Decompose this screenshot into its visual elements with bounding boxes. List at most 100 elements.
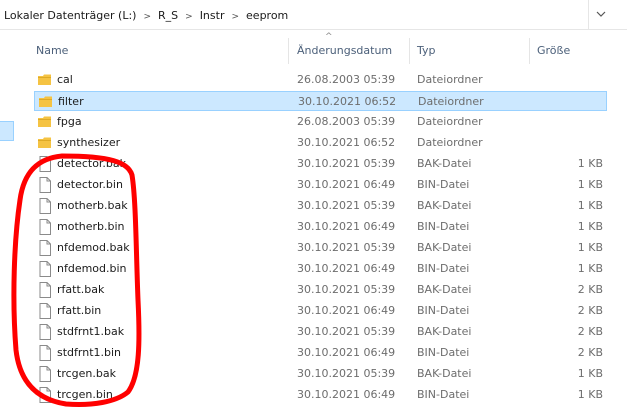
file-type: BIN-Datei xyxy=(417,346,470,359)
address-bar[interactable]: Lokaler Datenträger (L:) > R_S > Instr > eepro… xyxy=(0,0,627,30)
list-item[interactable]: stdfrnt1.bin 30.10.2021 06:49 BIN-Datei 2 K… xyxy=(34,343,607,363)
file-type: BAK-Datei xyxy=(417,199,472,212)
file-date: 30.10.2021 06:52 xyxy=(297,136,396,149)
list-item[interactable]: detector.bin 30.10.2021 06:49 BIN-Datei 1 K… xyxy=(34,175,607,195)
file-name: stdfrnt1.bin xyxy=(57,346,122,359)
sort-arrow-icon: ^ xyxy=(325,32,333,42)
column-divider[interactable] xyxy=(529,38,530,64)
column-divider[interactable] xyxy=(288,38,289,64)
file-icon xyxy=(38,219,52,235)
file-size: 1 KB xyxy=(577,262,603,275)
file-icon xyxy=(38,345,52,361)
file-date: 30.10.2021 06:52 xyxy=(298,95,397,108)
list-item[interactable]: nfdemod.bin 30.10.2021 06:49 BIN-Datei 1 KB xyxy=(34,259,607,279)
list-item[interactable]: rfatt.bin 30.10.2021 06:49 BIN-Datei 2 KB xyxy=(34,301,607,321)
file-icon xyxy=(38,324,52,340)
file-type: BIN-Datei xyxy=(417,388,470,401)
file-name: trcgen.bak xyxy=(57,367,116,380)
file-size: 1 KB xyxy=(577,199,603,212)
column-header-row: ^ Name Änderungsdatum Typ Größe xyxy=(20,32,627,70)
chevron-right-icon[interactable]: > xyxy=(231,12,239,22)
folder-icon xyxy=(38,114,52,130)
file-date: 26.08.2003 05:39 xyxy=(297,115,396,128)
chevron-down-icon[interactable] xyxy=(596,9,606,19)
file-date: 30.10.2021 05:39 xyxy=(297,325,396,338)
list-item[interactable]: fpga 26.08.2003 05:39 Dateiordner xyxy=(34,112,607,132)
list-item[interactable]: cal 26.08.2003 05:39 Dateiordner xyxy=(34,70,607,90)
list-item[interactable]: motherb.bin 30.10.2021 06:49 BIN-Datei 1 KB xyxy=(34,217,607,237)
chevron-right-icon[interactable]: > xyxy=(185,12,193,22)
folder-icon xyxy=(38,135,52,151)
file-name: filter xyxy=(58,95,84,108)
breadcrumb-eeprom[interactable]: eeprom xyxy=(246,9,288,22)
breadcrumb-instr[interactable]: Instr xyxy=(200,9,225,22)
file-icon xyxy=(38,198,52,214)
navigation-pane[interactable] xyxy=(0,30,20,420)
list-item[interactable]: detector.bak 30.10.2021 05:39 BAK-Datei 1 K… xyxy=(34,154,607,174)
file-type: Dateiordner xyxy=(417,73,483,86)
file-date: 30.10.2021 06:49 xyxy=(297,220,396,233)
file-icon xyxy=(38,261,52,277)
file-date: 30.10.2021 06:49 xyxy=(297,178,396,191)
file-date: 30.10.2021 06:49 xyxy=(297,304,396,317)
file-name: nfdemod.bin xyxy=(57,262,127,275)
column-header-type[interactable]: Typ xyxy=(417,44,436,57)
file-type: BIN-Datei xyxy=(417,178,470,191)
file-date: 30.10.2021 06:49 xyxy=(297,346,396,359)
list-item[interactable]: nfdemod.bak 30.10.2021 05:39 BAK-Datei 1 KB xyxy=(34,238,607,258)
column-header-date[interactable]: Änderungsdatum xyxy=(297,44,392,57)
file-name: synthesizer xyxy=(57,136,121,149)
address-divider xyxy=(588,0,589,30)
file-size: 1 KB xyxy=(577,157,603,170)
file-size: 1 KB xyxy=(577,220,603,233)
file-type: Dateiordner xyxy=(418,95,484,108)
vertical-scrollbar[interactable] xyxy=(612,30,627,420)
list-item[interactable]: trcgen.bak 30.10.2021 05:39 BAK-Datei 1 KB xyxy=(34,364,607,384)
file-icon xyxy=(38,282,52,298)
file-name: motherb.bin xyxy=(57,220,125,233)
file-icon xyxy=(38,387,52,403)
breadcrumb-r-s[interactable]: R_S xyxy=(158,9,178,22)
file-type: BAK-Datei xyxy=(417,325,472,338)
file-name: fpga xyxy=(57,115,82,128)
chevron-right-icon[interactable]: > xyxy=(143,12,151,22)
file-name: stdfrnt1.bak xyxy=(57,325,125,338)
file-size: 1 KB xyxy=(577,178,603,191)
list-item[interactable]: synthesizer 30.10.2021 06:52 Dateiordner xyxy=(34,133,607,153)
folder-icon xyxy=(38,72,52,88)
file-type: Dateiordner xyxy=(417,136,483,149)
column-header-size[interactable]: Größe xyxy=(537,44,570,57)
file-size: 2 KB xyxy=(577,325,603,338)
file-icon xyxy=(38,156,52,172)
file-icon xyxy=(38,240,52,256)
file-type: BAK-Datei xyxy=(417,283,472,296)
file-size: 2 KB xyxy=(577,283,603,296)
file-icon xyxy=(38,177,52,193)
list-item[interactable]: rfatt.bak 30.10.2021 05:39 BAK-Datei 2 KB xyxy=(34,280,607,300)
file-size: 2 KB xyxy=(577,304,603,317)
file-name: nfdemod.bak xyxy=(57,241,130,254)
file-size: 1 KB xyxy=(577,241,603,254)
file-date: 30.10.2021 06:49 xyxy=(297,388,396,401)
file-date: 30.10.2021 05:39 xyxy=(297,241,396,254)
breadcrumb: Lokaler Datenträger (L:) > R_S > Instr > eepro… xyxy=(4,9,288,22)
list-item[interactable]: trcgen.bin 30.10.2021 06:49 BIN-Datei 1 KB xyxy=(34,385,607,405)
file-name: trcgen.bin xyxy=(57,388,113,401)
list-item[interactable]: stdfrnt1.bak 30.10.2021 05:39 BAK-Datei 2 K… xyxy=(34,322,607,342)
list-item[interactable]: motherb.bak 30.10.2021 05:39 BAK-Datei 1 KB xyxy=(34,196,607,216)
breadcrumb-drive[interactable]: Lokaler Datenträger (L:) xyxy=(4,9,136,22)
file-size: 1 KB xyxy=(577,388,603,401)
column-header-name[interactable]: Name xyxy=(36,44,68,57)
file-name: rfatt.bin xyxy=(57,304,102,317)
column-divider[interactable] xyxy=(409,38,410,64)
folder-icon xyxy=(39,94,53,110)
file-size: 1 KB xyxy=(577,367,603,380)
file-type: Dateiordner xyxy=(417,115,483,128)
nav-selected-item[interactable] xyxy=(0,121,14,141)
file-size: 2 KB xyxy=(577,346,603,359)
file-type: BIN-Datei xyxy=(417,304,470,317)
list-item-selected[interactable]: filter 30.10.2021 06:52 Dateiordner xyxy=(34,91,607,111)
file-type: BIN-Datei xyxy=(417,262,470,275)
file-name: detector.bin xyxy=(57,178,123,191)
file-type: BAK-Datei xyxy=(417,157,472,170)
